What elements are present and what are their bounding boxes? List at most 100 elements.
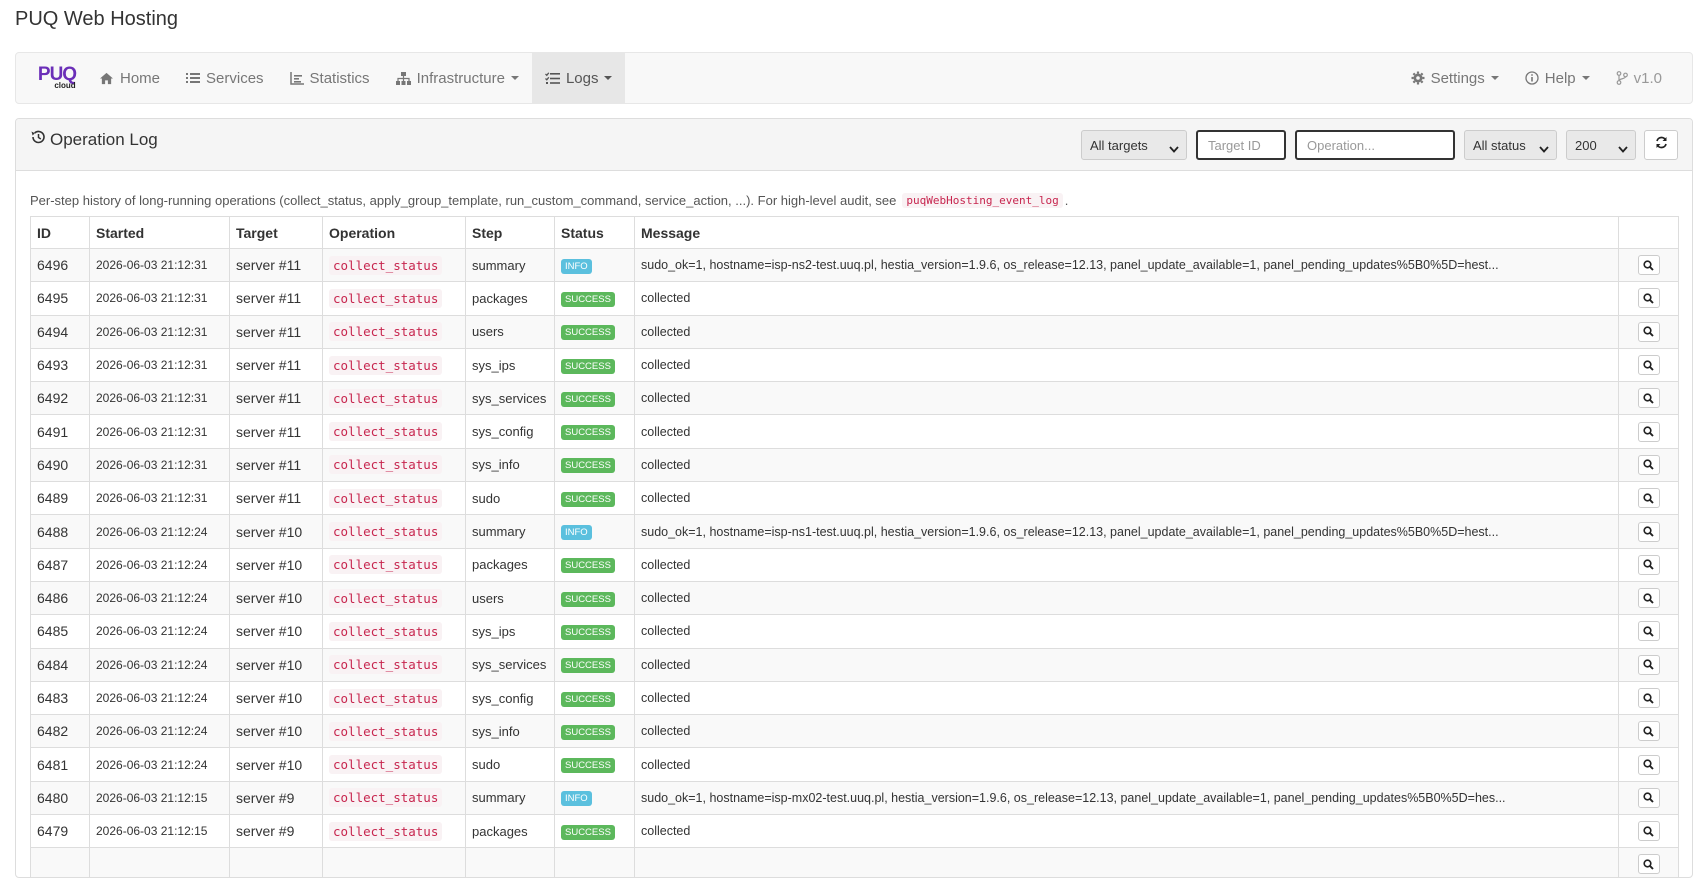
view-details-button[interactable] bbox=[1638, 522, 1660, 542]
cell-started: 2026-06-03 21:12:31 bbox=[90, 415, 230, 448]
cell-message: collected bbox=[635, 681, 1619, 714]
column-header-actions bbox=[1619, 217, 1679, 249]
column-header-message[interactable]: Message bbox=[635, 217, 1619, 249]
operation-code: collect_status bbox=[329, 589, 442, 608]
operation-code: collect_status bbox=[329, 622, 442, 641]
cell-message: collected bbox=[635, 348, 1619, 381]
operation-code: collect_status bbox=[329, 722, 442, 741]
status-badge: SUCCESS bbox=[561, 359, 615, 374]
cell-target: server #10 bbox=[230, 615, 323, 648]
view-details-button[interactable] bbox=[1638, 555, 1660, 575]
cell-started: 2026-06-03 21:12:24 bbox=[90, 715, 230, 748]
column-header-status[interactable]: Status bbox=[555, 217, 635, 249]
column-header-id[interactable]: ID bbox=[31, 217, 90, 249]
status-badge: INFO bbox=[561, 525, 592, 540]
view-details-button[interactable] bbox=[1638, 388, 1660, 408]
cell-actions bbox=[1619, 681, 1679, 714]
refresh-button[interactable] bbox=[1644, 130, 1678, 160]
cell-target: server #11 bbox=[230, 348, 323, 381]
cell-step: sys_config bbox=[466, 415, 555, 448]
status-badge: SUCCESS bbox=[561, 658, 615, 673]
table-row: 64842026-06-03 21:12:24server #10collect… bbox=[31, 648, 1679, 681]
cell-operation: collect_status bbox=[323, 282, 466, 315]
view-details-button[interactable] bbox=[1638, 322, 1660, 342]
table-row: 64872026-06-03 21:12:24server #10collect… bbox=[31, 548, 1679, 581]
cell-step: summary bbox=[466, 781, 555, 814]
table-row: 64832026-06-03 21:12:24server #10collect… bbox=[31, 681, 1679, 714]
search-icon bbox=[1643, 726, 1654, 737]
status-badge: SUCCESS bbox=[561, 692, 615, 707]
view-details-button[interactable] bbox=[1638, 821, 1660, 841]
operation-input[interactable]: Operation... bbox=[1295, 130, 1455, 160]
status-select[interactable]: All status bbox=[1464, 130, 1557, 160]
nav-help[interactable]: Help bbox=[1512, 53, 1603, 103]
intro-description: Per-step history of long-running operati… bbox=[30, 193, 896, 208]
view-details-button[interactable] bbox=[1638, 255, 1660, 275]
cell-step: summary bbox=[466, 515, 555, 548]
nav-statistics[interactable]: Statistics bbox=[277, 53, 383, 103]
search-icon bbox=[1643, 626, 1654, 637]
nav-logs[interactable]: Logs bbox=[532, 53, 626, 103]
nav-services[interactable]: Services bbox=[173, 53, 277, 103]
bar-chart-icon bbox=[290, 72, 304, 85]
view-details-button[interactable] bbox=[1638, 788, 1660, 808]
cell-operation: collect_status bbox=[323, 681, 466, 714]
cell-started: 2026-06-03 21:12:31 bbox=[90, 348, 230, 381]
operation-code: collect_status bbox=[329, 822, 442, 841]
column-header-target[interactable]: Target bbox=[230, 217, 323, 249]
status-badge: INFO bbox=[561, 259, 592, 274]
target-id-placeholder: Target ID bbox=[1208, 138, 1261, 153]
operation-code: collect_status bbox=[329, 755, 442, 774]
cell-actions bbox=[1619, 448, 1679, 481]
search-icon bbox=[1643, 693, 1654, 704]
cell-message: collected bbox=[635, 648, 1619, 681]
view-details-button[interactable] bbox=[1638, 488, 1660, 508]
nav-help-label: Help bbox=[1545, 70, 1576, 87]
column-header-operation[interactable]: Operation bbox=[323, 217, 466, 249]
cell-status: SUCCESS bbox=[555, 681, 635, 714]
cell-operation: collect_status bbox=[323, 515, 466, 548]
nav-version[interactable]: v1.0 bbox=[1603, 53, 1692, 103]
brand-logo[interactable]: PUQ cloud bbox=[16, 53, 86, 103]
cell-step: users bbox=[466, 581, 555, 614]
cell-status: INFO bbox=[555, 515, 635, 548]
view-details-button[interactable] bbox=[1638, 721, 1660, 741]
target-id-input[interactable]: Target ID bbox=[1196, 130, 1286, 160]
targets-select[interactable]: All targets bbox=[1081, 130, 1187, 160]
operation-placeholder: Operation... bbox=[1307, 138, 1375, 153]
cell-started: 2026-06-03 21:12:31 bbox=[90, 315, 230, 348]
gear-icon bbox=[1411, 71, 1425, 85]
nav-services-label: Services bbox=[206, 70, 264, 87]
column-header-started[interactable]: Started bbox=[90, 217, 230, 249]
view-details-button[interactable] bbox=[1638, 288, 1660, 308]
table-row: 64952026-06-03 21:12:31server #11collect… bbox=[31, 282, 1679, 315]
cell-status: SUCCESS bbox=[555, 615, 635, 648]
cell-started: 2026-06-03 21:12:15 bbox=[90, 815, 230, 848]
view-details-button[interactable] bbox=[1638, 854, 1660, 874]
view-details-button[interactable] bbox=[1638, 422, 1660, 442]
operation-code: collect_status bbox=[329, 522, 442, 541]
view-details-button[interactable] bbox=[1638, 688, 1660, 708]
chevron-down-icon bbox=[1169, 141, 1179, 156]
cell-started: 2026-06-03 21:12:31 bbox=[90, 382, 230, 415]
nav-infrastructure[interactable]: Infrastructure bbox=[383, 53, 532, 103]
view-details-button[interactable] bbox=[1638, 655, 1660, 675]
view-details-button[interactable] bbox=[1638, 621, 1660, 641]
column-header-step[interactable]: Step bbox=[466, 217, 555, 249]
limit-select[interactable]: 200 bbox=[1566, 130, 1636, 160]
cell-actions bbox=[1619, 748, 1679, 781]
cell-started: 2026-06-03 21:12:24 bbox=[90, 615, 230, 648]
nav-home-label: Home bbox=[120, 70, 160, 87]
view-details-button[interactable] bbox=[1638, 455, 1660, 475]
nav-home[interactable]: Home bbox=[86, 53, 173, 103]
nav-settings[interactable]: Settings bbox=[1398, 53, 1512, 103]
cell-message: collected bbox=[635, 282, 1619, 315]
table-row: 64922026-06-03 21:12:31server #11collect… bbox=[31, 382, 1679, 415]
view-details-button[interactable] bbox=[1638, 588, 1660, 608]
table-row: 64912026-06-03 21:12:31server #11collect… bbox=[31, 415, 1679, 448]
cell-actions bbox=[1619, 315, 1679, 348]
view-details-button[interactable] bbox=[1638, 755, 1660, 775]
view-details-button[interactable] bbox=[1638, 355, 1660, 375]
search-icon bbox=[1643, 393, 1654, 404]
cell-id bbox=[31, 848, 90, 878]
